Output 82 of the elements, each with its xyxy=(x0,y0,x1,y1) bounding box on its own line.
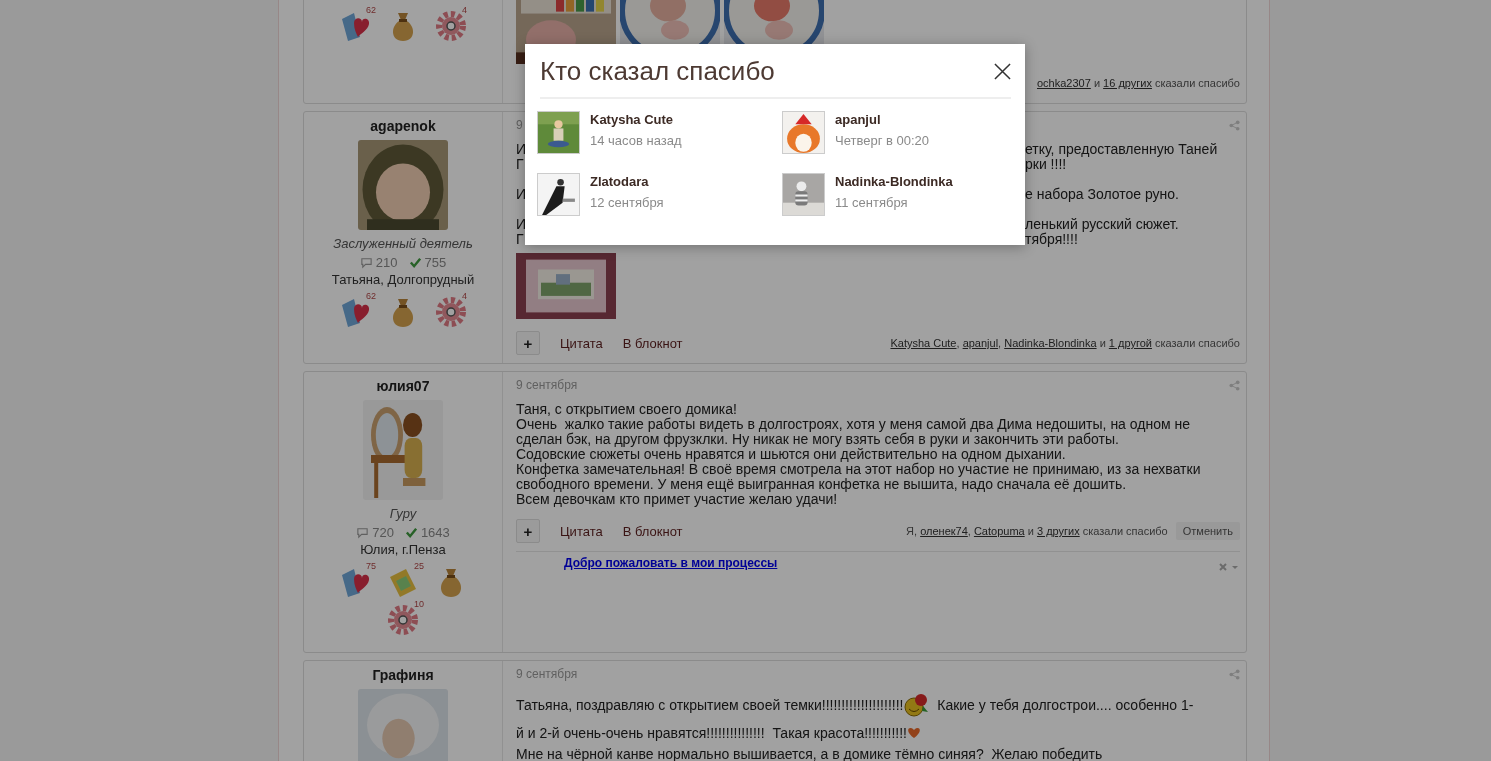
gear-icon xyxy=(434,295,468,329)
thanks-count: 1643 xyxy=(420,525,450,540)
thanks-time: 12 сентября xyxy=(590,195,664,210)
post-text: И xyxy=(516,217,527,232)
user-name[interactable]: Zlatodara xyxy=(590,174,664,189)
user-location: Татьяна, Долгопрудный xyxy=(331,272,475,287)
action-link[interactable]: Цитата xyxy=(560,335,603,351)
action-link[interactable]: В блокнот xyxy=(622,523,683,539)
user-name[interactable]: apanjul xyxy=(835,112,930,127)
thanks-time: Четверг в 00:20 xyxy=(835,133,930,148)
thanks-time: 14 часов назад xyxy=(590,133,682,148)
post-text: тября!!!! xyxy=(1025,232,1078,247)
user-rank: Заслуженный деятель xyxy=(333,236,473,251)
comment-count: 720 xyxy=(372,525,394,540)
add-button[interactable]: + xyxy=(516,331,540,355)
post-text: Очень жалко такие работы видеть в долгостроях, хотя у меня самой два Дима недошиты, на одном не xyxy=(516,417,1190,432)
action-link[interactable]: В блокнот xyxy=(622,335,683,351)
post-text: Татьяна, поздравляю с открытием своей темки!!!!!!!!!!!!!!!!!!!!! xyxy=(516,697,904,713)
user-link[interactable]: ochka2307 xyxy=(1037,77,1091,89)
post-text: ленький русский сюжет. xyxy=(1025,217,1179,232)
check-icon xyxy=(404,526,418,539)
dialog-title: Кто сказал спасибо xyxy=(540,56,775,87)
post-text: сделан бэк, на другом фрузклки. Ну никак не могу взять себя в руки и закончить эти работы. xyxy=(516,432,1119,447)
badge-count: 4 xyxy=(462,5,467,15)
post-date: 9 xyxy=(516,118,523,132)
post-date: 9 сентября xyxy=(516,378,578,392)
thanks-text: ochka2307 и 16 других сказали спасибо xyxy=(1037,77,1240,89)
post-text: Всем девочкам кто примет участие желаю удачи! xyxy=(516,492,838,507)
user-rank: Гуру xyxy=(389,506,417,521)
signature-link[interactable]: Добро пожаловать в мои процессы xyxy=(564,556,778,570)
badge-count: 4 xyxy=(462,291,467,301)
check-icon xyxy=(408,256,422,269)
post-text: Таня, с открытием своего домика! xyxy=(516,402,737,417)
user-link[interactable]: Nadinka-Blondinka xyxy=(1004,337,1097,349)
comment-icon xyxy=(359,256,373,269)
post-text: Конфетка замечательная! В своё время смотрела на этот набор но участие не принимаю, из за нехватки xyxy=(516,462,1201,477)
comment-count: 210 xyxy=(375,255,398,270)
cancel-button[interactable]: Отменить xyxy=(1175,522,1240,540)
badge-count: 75 xyxy=(366,561,376,571)
post-date: 9 сентября xyxy=(516,667,578,681)
badge-count: 62 xyxy=(366,5,376,15)
post-text: Г xyxy=(516,157,524,172)
post-text: й и 2-й очень-очень нравятся!!!!!!!!!!!!!!! Такая красота!!!!!!!!!!! xyxy=(516,725,907,741)
heart-icon xyxy=(907,727,921,739)
gear-icon xyxy=(434,9,468,43)
post-text: етку, предоставленную Таней xyxy=(1025,142,1218,157)
user-link[interactable]: 16 других xyxy=(1103,77,1152,89)
post-text: Какие у тебя долгострои.... особенно 1- xyxy=(936,697,1194,713)
comment-icon xyxy=(356,526,370,539)
thanks-time: 11 сентября xyxy=(835,195,909,210)
user-link[interactable]: 3 других xyxy=(1036,525,1080,537)
post-text: И xyxy=(516,187,527,202)
post-text: рки !!!! xyxy=(1025,157,1067,172)
post-text: Мне на чёрной канве нормально вышивается, а в домике тёмно синяя? Желаю победить xyxy=(516,747,1103,761)
action-link[interactable]: Цитата xyxy=(560,523,603,539)
user-location: Юлия, г.Пенза xyxy=(360,542,446,557)
smiley-icon xyxy=(903,692,930,718)
username[interactable]: юлия07 xyxy=(376,378,430,394)
post-text: свободного времени. У меня ещё выигранная конфетка не вышита, надо сначала её дошить. xyxy=(516,477,1127,492)
thanks-text: Я, оленек74, Catopuma и 3 других сказали спасибо xyxy=(906,525,1168,537)
close-icon[interactable] xyxy=(994,63,1011,80)
username[interactable]: Графиня xyxy=(372,667,434,683)
user-name[interactable]: Katysha Cute xyxy=(590,112,682,127)
user-link[interactable]: 1 другой xyxy=(1108,337,1152,349)
username[interactable]: agapenok xyxy=(370,118,436,134)
thanks-count: 755 xyxy=(424,255,447,270)
user-link[interactable]: Katysha Cute xyxy=(890,337,957,349)
post-text: Г xyxy=(516,232,524,247)
badge-count: 25 xyxy=(414,561,424,571)
user-link[interactable]: Catopuma xyxy=(973,525,1025,537)
post-text: И xyxy=(516,142,527,157)
share-icon[interactable] xyxy=(1229,668,1240,680)
user-name[interactable]: Nadinka-Blondinka xyxy=(835,174,953,189)
add-button[interactable]: + xyxy=(516,519,540,543)
badge-count: 10 xyxy=(414,599,424,609)
user-link[interactable]: оленек74 xyxy=(920,525,968,537)
share-icon[interactable] xyxy=(1229,379,1240,391)
post-text: Содовские сюжеты очень нравятся и шьются они действительно на одном дыхании. xyxy=(516,447,1066,462)
post-text: е набора Золотое руно. xyxy=(1025,187,1179,202)
share-icon[interactable] xyxy=(1229,119,1240,131)
thanks-text: Katysha Cute, apanjul, Nadinka-Blondinka и 1 другой сказали спасибо xyxy=(890,337,1240,349)
badge-count: 62 xyxy=(366,291,376,301)
